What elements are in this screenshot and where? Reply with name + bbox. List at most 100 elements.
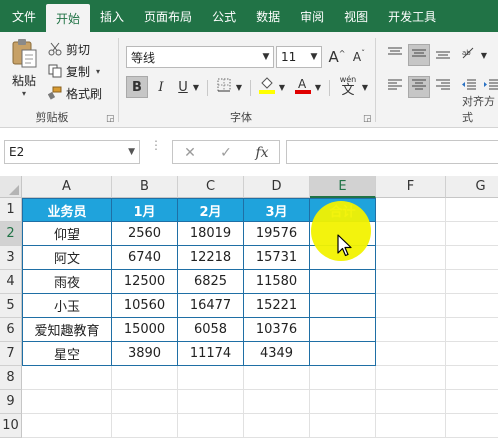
phonetic-dropdown[interactable]: ▼ [359, 76, 371, 98]
empty-cell[interactable] [376, 414, 446, 438]
empty-cell[interactable] [376, 342, 446, 366]
empty-cell[interactable] [112, 390, 178, 414]
text-orientation-button[interactable]: ab [458, 44, 480, 66]
row-header-9[interactable]: 9 [0, 390, 22, 414]
table-cell[interactable]: 15221 [244, 294, 310, 318]
tab-insert[interactable]: 插入 [90, 0, 134, 32]
table-cell[interactable]: 12218 [178, 246, 244, 270]
empty-cell[interactable] [376, 198, 446, 222]
table-cell[interactable]: 4349 [244, 342, 310, 366]
empty-cell[interactable] [446, 246, 498, 270]
tab-developer[interactable]: 开发工具 [378, 0, 446, 32]
empty-cell[interactable] [446, 222, 498, 246]
align-top-button[interactable] [384, 44, 406, 66]
column-header-d[interactable]: D [244, 176, 310, 198]
empty-cell[interactable] [310, 390, 376, 414]
total-cell[interactable] [310, 270, 376, 294]
empty-cell[interactable] [244, 366, 310, 390]
font-color-button[interactable]: A [292, 76, 314, 98]
row-header-5[interactable]: 5 [0, 294, 22, 318]
font-name-select[interactable]: 等线 ▼ [126, 46, 274, 68]
table-cell[interactable]: 16477 [178, 294, 244, 318]
borders-dropdown[interactable]: ▼ [233, 76, 245, 98]
empty-cell[interactable] [446, 294, 498, 318]
table-cell[interactable]: 18019 [178, 222, 244, 246]
row-header-6[interactable]: 6 [0, 318, 22, 342]
empty-cell[interactable] [178, 414, 244, 438]
phonetic-guide-button[interactable]: wén 文 [335, 74, 361, 100]
table-header-cell[interactable]: 合计 [310, 198, 376, 222]
font-size-select[interactable]: 11 ▼ [276, 46, 322, 68]
bold-button[interactable]: B [126, 76, 148, 98]
tab-home[interactable]: 开始 [46, 4, 91, 32]
align-right-button[interactable] [432, 76, 454, 98]
table-cell[interactable]: 15000 [112, 318, 178, 342]
table-cell[interactable]: 2560 [112, 222, 178, 246]
row-header-10[interactable]: 10 [0, 414, 22, 438]
empty-cell[interactable] [446, 390, 498, 414]
empty-cell[interactable] [376, 294, 446, 318]
cancel-icon[interactable]: ✕ [179, 143, 201, 163]
insert-function-button[interactable]: fx [251, 143, 273, 163]
row-header-1[interactable]: 1 [0, 198, 22, 222]
select-all-button[interactable] [0, 176, 22, 198]
tab-data[interactable]: 数据 [246, 0, 290, 32]
total-cell[interactable] [310, 342, 376, 366]
column-header-e[interactable]: E [310, 176, 376, 198]
cut-button[interactable]: 剪切 [48, 40, 90, 58]
italic-button[interactable]: I [150, 76, 172, 98]
row-header-3[interactable]: 3 [0, 246, 22, 270]
tab-formulas[interactable]: 公式 [202, 0, 246, 32]
fill-color-button[interactable] [256, 76, 278, 98]
name-box[interactable]: E2 ▼ [4, 140, 140, 164]
column-header-a[interactable]: A [22, 176, 112, 198]
total-cell[interactable] [310, 246, 376, 270]
empty-cell[interactable] [446, 198, 498, 222]
table-cell[interactable]: 仰望 [22, 222, 112, 246]
table-cell[interactable]: 15731 [244, 246, 310, 270]
empty-cell[interactable] [376, 270, 446, 294]
column-header-f[interactable]: F [376, 176, 446, 198]
table-cell[interactable]: 6825 [178, 270, 244, 294]
table-cell[interactable]: 10376 [244, 318, 310, 342]
row-header-2[interactable]: 2 [0, 222, 22, 246]
empty-cell[interactable] [376, 390, 446, 414]
empty-cell[interactable] [178, 366, 244, 390]
empty-cell[interactable] [112, 366, 178, 390]
empty-cell[interactable] [446, 366, 498, 390]
empty-cell[interactable] [446, 270, 498, 294]
font-color-dropdown[interactable]: ▼ [312, 76, 324, 98]
table-cell[interactable]: 11174 [178, 342, 244, 366]
empty-cell[interactable] [376, 318, 446, 342]
empty-cell[interactable] [178, 390, 244, 414]
underline-dropdown[interactable]: ▼ [190, 76, 202, 98]
table-cell[interactable]: 12500 [112, 270, 178, 294]
table-cell[interactable]: 6058 [178, 318, 244, 342]
borders-button[interactable] [213, 76, 235, 98]
total-cell[interactable] [310, 294, 376, 318]
empty-cell[interactable] [446, 414, 498, 438]
empty-cell[interactable] [376, 246, 446, 270]
table-header-cell[interactable]: 3月 [244, 198, 310, 222]
table-header-cell[interactable]: 1月 [112, 198, 178, 222]
copy-button[interactable]: 复制 ▾ [48, 62, 100, 80]
table-cell[interactable]: 阿文 [22, 246, 112, 270]
column-header-g[interactable]: G [446, 176, 498, 198]
table-cell[interactable]: 6740 [112, 246, 178, 270]
tab-view[interactable]: 视图 [334, 0, 378, 32]
column-header-c[interactable]: C [178, 176, 244, 198]
increase-font-size-button[interactable]: A ^ [326, 46, 348, 68]
dialog-launcher-icon[interactable]: ◲ [106, 114, 116, 124]
paste-button[interactable]: 粘贴 ▾ [8, 38, 40, 98]
empty-cell[interactable] [446, 342, 498, 366]
tab-file[interactable]: 文件 [0, 0, 46, 32]
align-bottom-button[interactable] [432, 44, 454, 66]
fill-color-dropdown[interactable]: ▼ [276, 76, 288, 98]
enter-icon[interactable]: ✓ [215, 143, 237, 163]
empty-cell[interactable] [446, 318, 498, 342]
align-center-button[interactable] [408, 76, 430, 98]
empty-cell[interactable] [112, 414, 178, 438]
tab-page-layout[interactable]: 页面布局 [134, 0, 202, 32]
formula-input[interactable] [286, 140, 498, 164]
empty-cell[interactable] [310, 414, 376, 438]
